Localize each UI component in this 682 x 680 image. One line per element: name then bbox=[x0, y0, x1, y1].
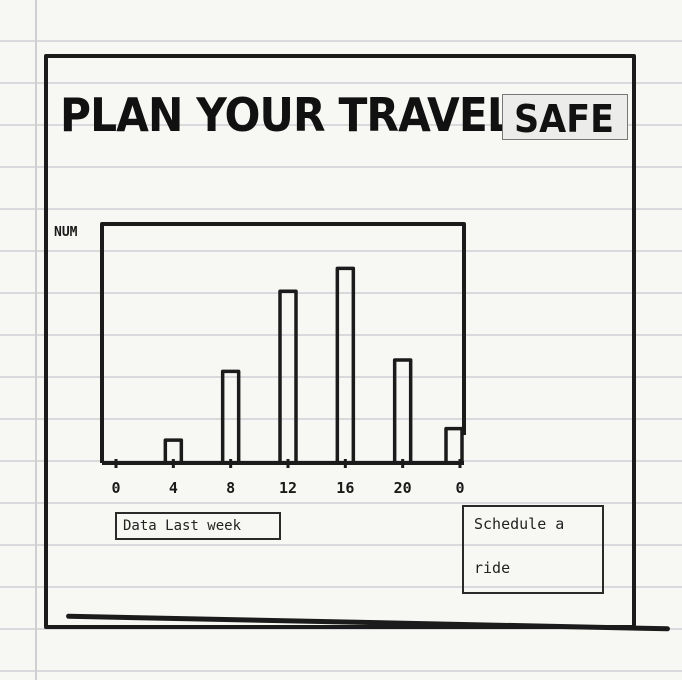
x-tick-label: 16 bbox=[336, 479, 354, 497]
x-tick-label: 0 bbox=[455, 479, 464, 497]
y-axis-label: NUM bbox=[54, 225, 78, 240]
chart-bar bbox=[335, 266, 356, 463]
x-tick-label: 4 bbox=[169, 479, 178, 497]
chart-container: NUM 0 4 8 12 16 20 0 bbox=[52, 220, 482, 520]
x-tick-label: 0 bbox=[111, 479, 120, 497]
chart-bar bbox=[392, 358, 413, 463]
page-title: PLAN YOUR TRAVEL bbox=[60, 88, 514, 142]
x-tick-label: 12 bbox=[279, 479, 297, 497]
notebook-paper: PLAN YOUR TRAVEL SAFE NUM 0 4 8 12 16 20 0 Dat… bbox=[0, 0, 682, 680]
bar-chart: NUM 0 4 8 12 16 20 0 bbox=[54, 222, 466, 497]
chart-bar bbox=[444, 426, 464, 463]
schedule-ride-label-line1: Schedule a bbox=[474, 515, 565, 533]
x-tick-label: 8 bbox=[226, 479, 235, 497]
chart-bar bbox=[278, 289, 298, 463]
data-last-week-label: Data Last week bbox=[123, 518, 242, 534]
chart-bar bbox=[220, 369, 241, 463]
data-last-week-button[interactable]: Data Last week bbox=[115, 512, 281, 540]
x-tick-label: 20 bbox=[394, 479, 412, 497]
schedule-ride-button[interactable]: Schedule a ride bbox=[462, 505, 604, 594]
paper-margin-line bbox=[35, 0, 37, 680]
page-title-emphasis: SAFE bbox=[514, 97, 615, 141]
schedule-ride-label-line2: ride bbox=[474, 559, 511, 577]
